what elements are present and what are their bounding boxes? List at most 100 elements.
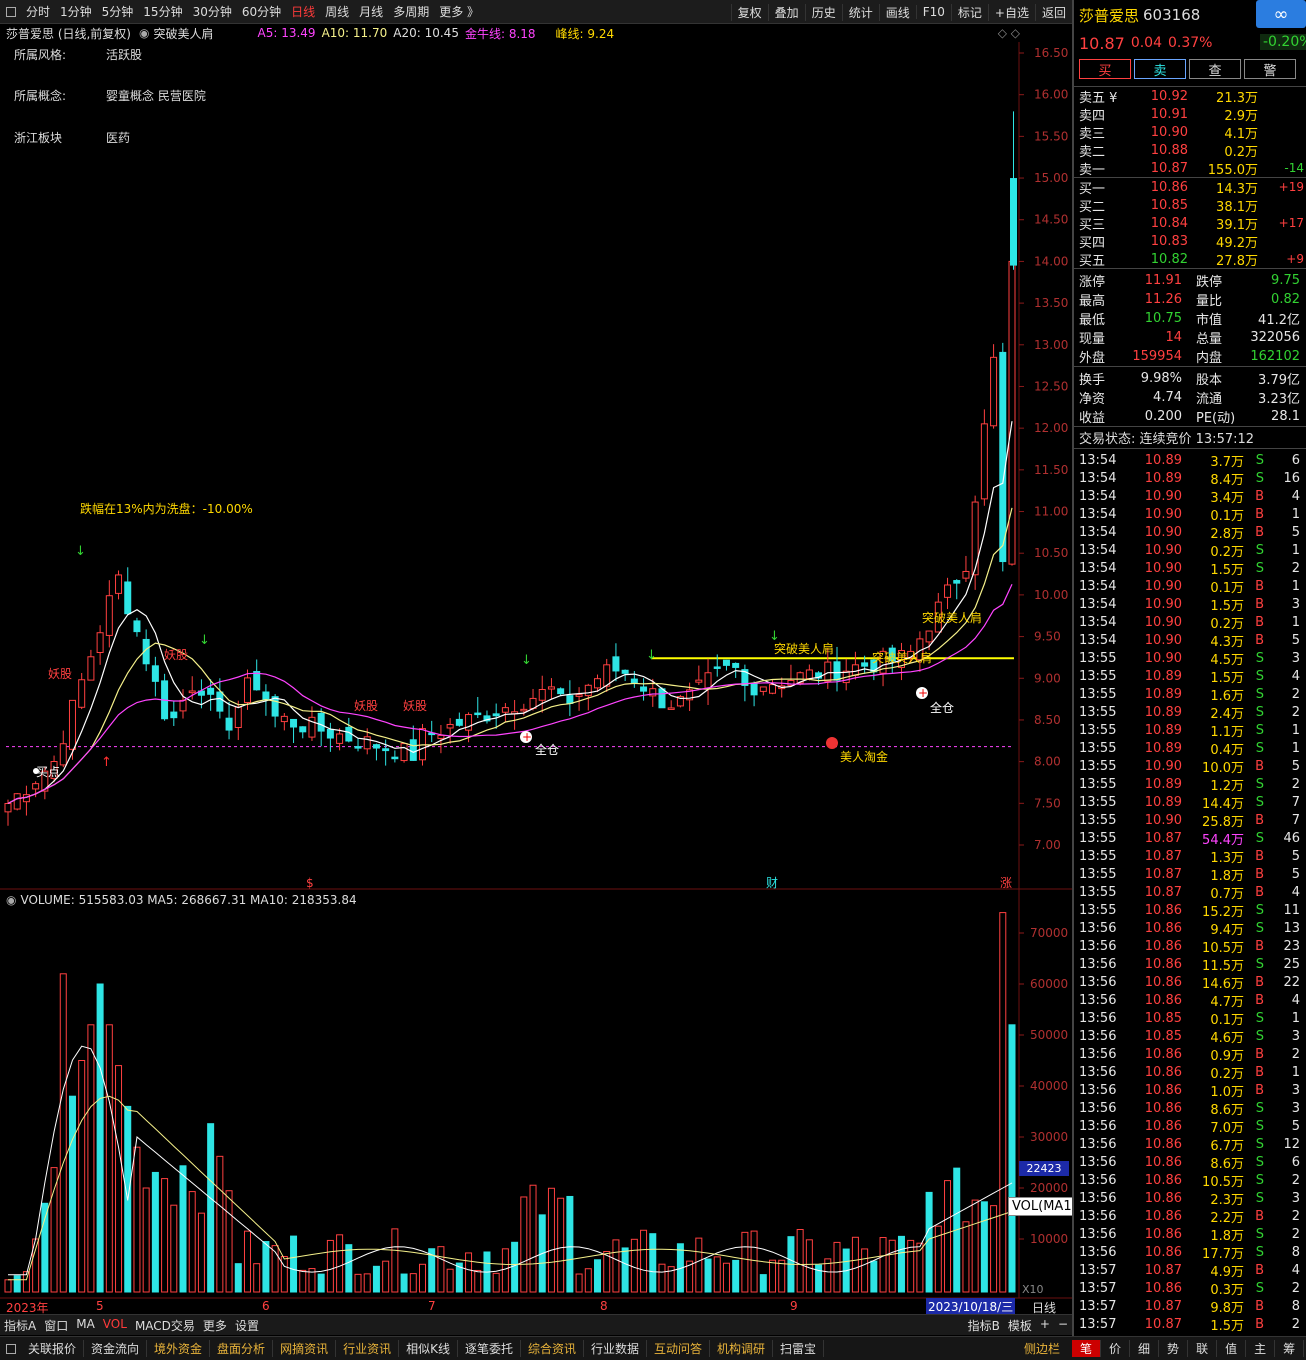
- right-tab[interactable]: 主: [1246, 1340, 1276, 1357]
- trade-button[interactable]: 警: [1244, 59, 1296, 79]
- footer-item[interactable]: 行业资讯: [336, 1340, 400, 1357]
- indicator-tab-right-item[interactable]: −: [1054, 1317, 1072, 1334]
- bid-row[interactable]: 买二 10.85 38.1万: [1074, 196, 1306, 215]
- tick-side: S: [1255, 902, 1264, 918]
- right-tab[interactable]: 筹: [1275, 1340, 1305, 1357]
- menu-square-icon[interactable]: [6, 6, 16, 17]
- tick-price: 10.86: [1144, 902, 1182, 918]
- volume-axis-label: 10000: [1030, 1232, 1068, 1246]
- toolbar-action[interactable]: 复权: [730, 3, 768, 21]
- candle-down: [492, 713, 500, 717]
- footer-item[interactable]: 行业数据: [584, 1340, 648, 1357]
- period-tab[interactable]: 多周期: [388, 3, 434, 20]
- period-tab[interactable]: 15分钟: [138, 3, 187, 20]
- period-tab[interactable]: 周线: [320, 3, 354, 20]
- footer-item[interactable]: 逐笔委托: [458, 1340, 521, 1357]
- tick-row: 13:54 10.90 2.8万 B 5: [1074, 523, 1306, 542]
- period-tab[interactable]: 1分钟: [55, 3, 97, 20]
- app-logo-icon[interactable]: ∞: [1256, 0, 1306, 28]
- tick-time: 13:56: [1079, 1046, 1117, 1062]
- tick-volume: 9.8万: [1210, 1300, 1244, 1316]
- period-tab[interactable]: 60分钟: [237, 3, 286, 20]
- tick-price: 10.86: [1144, 1190, 1182, 1206]
- footer-item[interactable]: 综合资讯: [521, 1340, 584, 1357]
- trade-button[interactable]: 查: [1189, 59, 1241, 79]
- footer-item[interactable]: 关联报价: [21, 1340, 85, 1357]
- candle-up: [962, 570, 970, 579]
- right-tab[interactable]: 值: [1217, 1340, 1247, 1357]
- indicator-tab[interactable]: MA: [72, 1317, 99, 1334]
- book-volume: 14.3万: [1216, 181, 1258, 197]
- indicator-tab[interactable]: VOL: [99, 1317, 131, 1334]
- toolbar-action[interactable]: 叠加: [767, 3, 805, 21]
- tick-count: 5: [1291, 632, 1300, 648]
- indicator-tab[interactable]: 设置: [231, 1317, 263, 1334]
- bid-row[interactable]: 买四 10.83 49.2万: [1074, 232, 1306, 251]
- trade-button[interactable]: 卖: [1134, 59, 1186, 79]
- indicator-tab-right-item[interactable]: +: [1036, 1317, 1054, 1334]
- kline-chart[interactable]: 16.50 16.00 15.50 15.00 14.50 14.00 13.50 13.00…: [0, 42, 1072, 1312]
- footer-item[interactable]: 扫雷宝: [773, 1340, 825, 1357]
- plus-icon: +: [522, 730, 532, 744]
- tick-volume: 3.7万: [1210, 454, 1244, 470]
- volume-values: VOLUME: 515583.03 MA5: 268667.31 MA10: 2…: [20, 893, 357, 907]
- toolbar-action[interactable]: 返回: [1034, 3, 1072, 21]
- footer-item[interactable]: 资金流向: [84, 1340, 148, 1357]
- indicator-tab[interactable]: 窗口: [40, 1317, 72, 1334]
- toolbar-action[interactable]: +自选: [987, 3, 1035, 21]
- right-tab[interactable]: 联: [1188, 1340, 1218, 1357]
- toolbar-action[interactable]: 标记: [950, 3, 988, 21]
- period-tab[interactable]: 月线: [354, 3, 388, 20]
- footer-item[interactable]: 互动问答: [647, 1340, 711, 1357]
- candle-down: [999, 351, 1007, 563]
- right-tab[interactable]: 价: [1101, 1340, 1131, 1357]
- tick-volume: 0.2万: [1210, 1066, 1244, 1082]
- footer-menu-icon[interactable]: [6, 1343, 16, 1354]
- toolbar-action[interactable]: F10: [915, 5, 951, 19]
- settings-icon[interactable]: ◉: [139, 26, 149, 40]
- footer-item[interactable]: 机构调研: [710, 1340, 774, 1357]
- period-tab[interactable]: 更多 》: [434, 3, 484, 20]
- period-tab[interactable]: 分时: [21, 3, 55, 20]
- bid-row[interactable]: 买三 10.84 39.1万 +17: [1074, 214, 1306, 233]
- indicator-name[interactable]: 突破美人肩: [153, 25, 213, 42]
- bid-row[interactable]: 买一 10.86 14.3万 +19: [1074, 178, 1306, 197]
- candle-down: [713, 666, 721, 669]
- footer-item[interactable]: 网摘资讯: [273, 1340, 337, 1357]
- tick-count: 3: [1291, 650, 1300, 666]
- trade-button[interactable]: 买: [1079, 59, 1131, 79]
- period-tab[interactable]: 日线: [286, 3, 320, 20]
- right-tab[interactable]: 势: [1159, 1340, 1189, 1357]
- diamond-icon[interactable]: ◇ ◇: [998, 26, 1020, 40]
- ask-row[interactable]: 卖四 10.91 2.9万: [1074, 105, 1306, 124]
- tick-count: 11: [1283, 902, 1300, 918]
- volume-bar-up: [888, 1239, 896, 1293]
- date-label: 6: [262, 1299, 270, 1313]
- indicator-tab-right-item[interactable]: 指标B: [964, 1317, 1004, 1334]
- book-price: 10.90: [1150, 124, 1188, 140]
- indicator-tab[interactable]: MACD交易: [131, 1317, 199, 1334]
- price-line: 10.87 0.04 0.37% -0.20%: [1074, 30, 1306, 56]
- right-tab[interactable]: 细: [1130, 1340, 1160, 1357]
- ask-row[interactable]: 卖一 10.87 155.0万 -14: [1074, 159, 1306, 178]
- indicator-tab[interactable]: 更多: [199, 1317, 231, 1334]
- footer-item[interactable]: 相似K线: [399, 1340, 458, 1357]
- ask-row[interactable]: 卖五 ¥ 10.92 21.3万: [1074, 87, 1306, 106]
- toolbar-action[interactable]: 画线: [878, 3, 916, 21]
- volume-settings-icon[interactable]: ◉: [0, 893, 16, 907]
- indicator-tab[interactable]: 指标A: [0, 1317, 40, 1334]
- footer-items: 关联报价 资金流向 境外资金 盘面分析 网摘资讯 行业资讯 相似K线 逐笔委托 综合资讯 行业数据…: [21, 1340, 825, 1357]
- period-tab[interactable]: 30分钟: [188, 3, 237, 20]
- footer-item[interactable]: 盘面分析: [210, 1340, 274, 1357]
- sidebar-toggle[interactable]: 侧边栏: [1024, 1340, 1060, 1357]
- ask-row[interactable]: 卖二 10.88 0.2万: [1074, 141, 1306, 160]
- toolbar-action[interactable]: 历史: [804, 3, 842, 21]
- right-tab[interactable]: 笔: [1072, 1340, 1102, 1357]
- indicator-tab-right-item[interactable]: 模板: [1004, 1317, 1036, 1334]
- footer-item[interactable]: 境外资金: [147, 1340, 211, 1357]
- bid-row[interactable]: 买五 10.82 27.8万 +9: [1074, 250, 1306, 269]
- toolbar-action[interactable]: 统计: [841, 3, 879, 21]
- period-tab[interactable]: 5分钟: [97, 3, 139, 20]
- candle-up: [418, 728, 426, 761]
- ask-row[interactable]: 卖三 10.90 4.1万: [1074, 123, 1306, 142]
